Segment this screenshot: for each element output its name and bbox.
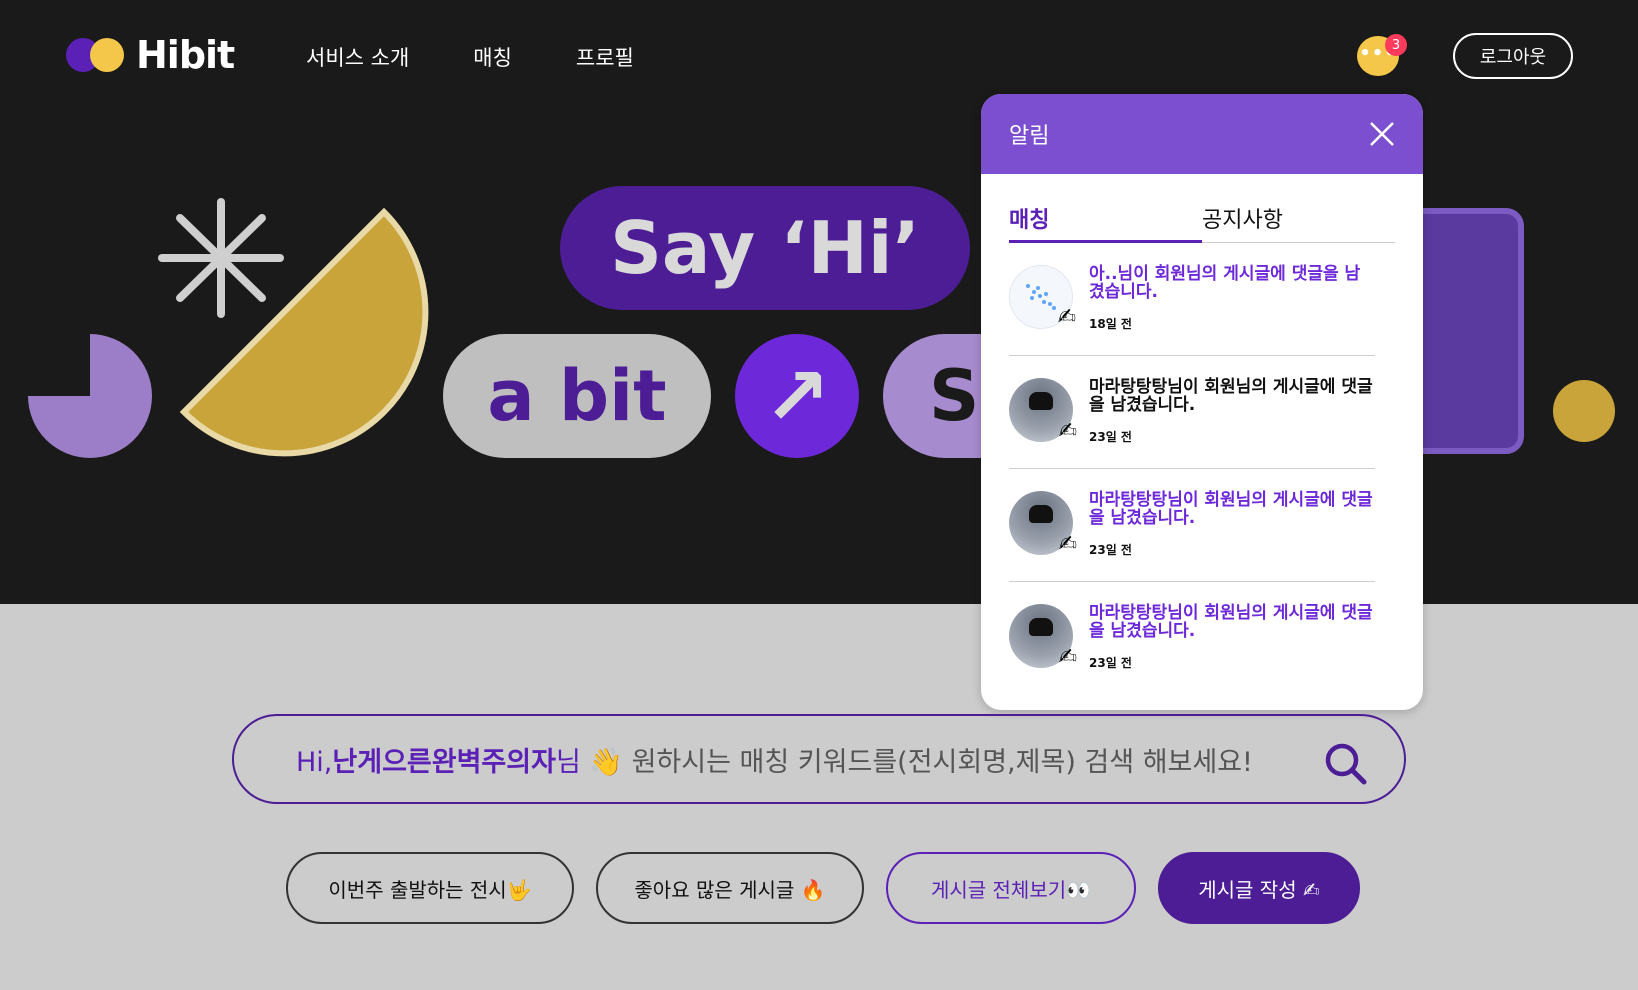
popular-posts-button[interactable]: 좋아요 많은 게시글 🔥: [596, 852, 864, 924]
logout-button[interactable]: 로그아웃: [1453, 33, 1573, 79]
cat-avatar: ✍: [1009, 604, 1077, 670]
say-hi-pill: Say ‘Hi’: [560, 186, 970, 310]
cat-avatar: ✍: [1009, 491, 1077, 557]
nav-matching[interactable]: 매칭: [473, 42, 512, 72]
notification-panel: 알림 매칭 공지사항 ✍ 아..님이 회원님의 게시글에 댓글을 남겼습니다. …: [981, 94, 1423, 710]
quick-actions: 이번주 출발하는 전시🤟 좋아요 많은 게시글 🔥 게시글 전체보기👀 게시글 …: [286, 852, 1360, 924]
notification-message: 마라탕탕탕님이 회원님의 게시글에 댓글을 남겼습니다.: [1089, 490, 1373, 528]
notification-title: 알림: [1009, 124, 1050, 149]
close-icon[interactable]: [1369, 121, 1395, 147]
notification-header: 알림: [981, 94, 1423, 174]
writing-hand-icon: ✍: [1058, 532, 1077, 557]
chat-badge: 3: [1385, 34, 1407, 56]
tab-matching[interactable]: 매칭: [1009, 202, 1202, 243]
notification-item[interactable]: ✍ 마라탕탕탕님이 회원님의 게시글에 댓글을 남겼습니다. 23일 전: [1009, 582, 1375, 694]
arrow-icon: ↗: [735, 334, 859, 458]
notification-message: 아..님이 회원님의 게시글에 댓글을 남겼습니다.: [1089, 264, 1361, 302]
nav-profile[interactable]: 프로필: [576, 42, 634, 72]
yellow-dot-shape: [1553, 380, 1615, 442]
search-suffix: 님 👋: [555, 746, 623, 778]
view-all-posts-button[interactable]: 게시글 전체보기👀: [886, 852, 1136, 924]
search-greeting: Hi,: [296, 746, 333, 778]
cat-avatar: ✍: [1009, 378, 1077, 444]
a-bit-pill: a bit: [443, 334, 711, 458]
search-bar[interactable]: Hi,난게으른완벽주의자님 👋 원하시는 매칭 키워드를(전시회명,제목) 검색…: [232, 714, 1406, 804]
notification-time: 23일 전: [1089, 543, 1132, 557]
logo[interactable]: Hibit: [66, 33, 235, 77]
tab-notice[interactable]: 공지사항: [1202, 202, 1395, 242]
quarter-circle-shape: [28, 334, 152, 458]
main-nav: 서비스 소개 매칭 프로필: [306, 42, 634, 72]
notification-list: ✍ 아..님이 회원님의 게시글에 댓글을 남겼습니다. 18일 전 ✍ 마라탕…: [1009, 243, 1395, 694]
search-nickname: 난게으른완벽주의자: [332, 746, 556, 778]
notification-time: 23일 전: [1089, 430, 1132, 444]
notification-item[interactable]: ✍ 마라탕탕탕님이 회원님의 게시글에 댓글을 남겼습니다. 23일 전: [1009, 356, 1375, 469]
notification-time: 23일 전: [1089, 656, 1132, 670]
writing-hand-icon: ✍: [1058, 645, 1077, 670]
notification-item[interactable]: ✍ 마라탕탕탕님이 회원님의 게시글에 댓글을 남겼습니다. 23일 전: [1009, 469, 1375, 582]
writing-hand-icon: ✍: [1057, 305, 1076, 330]
this-week-exhibitions-button[interactable]: 이번주 출발하는 전시🤟: [286, 852, 574, 924]
search-placeholder: 원하시는 매칭 키워드를(전시회명,제목) 검색 해보세요!: [631, 746, 1253, 778]
notification-item[interactable]: ✍ 아..님이 회원님의 게시글에 댓글을 남겼습니다. 18일 전: [1009, 243, 1375, 356]
notification-message: 마라탕탕탕님이 회원님의 게시글에 댓글을 남겼습니다.: [1089, 377, 1373, 415]
write-post-button[interactable]: 게시글 작성 ✍: [1158, 852, 1360, 924]
search-input[interactable]: Hi,난게으른완벽주의자님 👋 원하시는 매칭 키워드를(전시회명,제목) 검색…: [296, 740, 1253, 779]
search-icon[interactable]: [1324, 742, 1368, 786]
nav-service-intro[interactable]: 서비스 소개: [306, 42, 409, 72]
logo-dot-yellow: [90, 38, 124, 72]
logo-text: Hibit: [136, 33, 235, 77]
half-moon-shape: [179, 207, 429, 457]
notification-time: 18일 전: [1089, 317, 1132, 331]
writing-hand-icon: ✍: [1058, 419, 1077, 444]
chart-thumbnail: ✍: [1009, 265, 1076, 330]
notification-tabs: 매칭 공지사항: [1009, 202, 1395, 243]
notification-message: 마라탕탕탕님이 회원님의 게시글에 댓글을 남겼습니다.: [1089, 603, 1373, 641]
